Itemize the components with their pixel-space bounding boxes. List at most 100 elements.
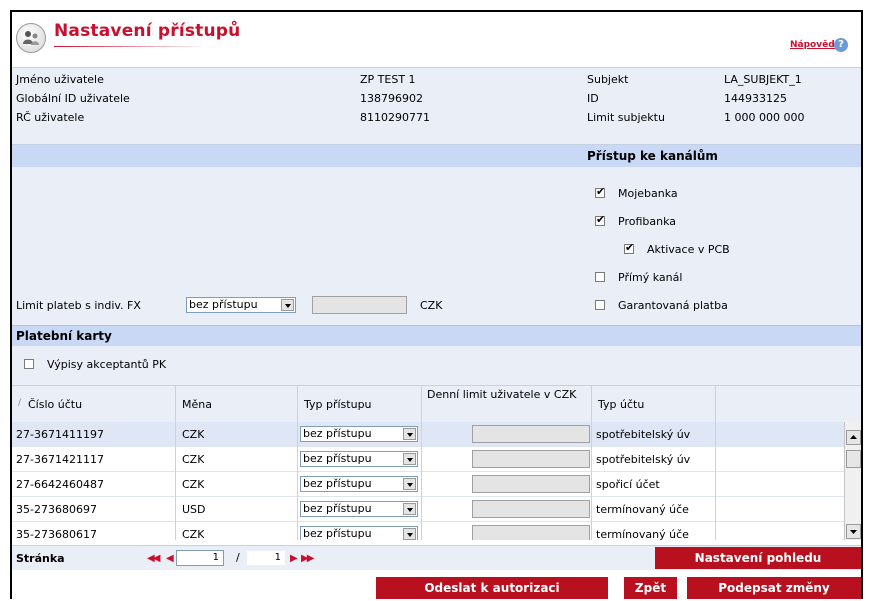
sort-indicator-icon[interactable]: / (18, 398, 21, 408)
channels-title: Přístup ke kanálům (587, 149, 718, 163)
subject-limit-label: Limit subjektu (587, 111, 665, 124)
fx-limit-input[interactable] (312, 296, 407, 314)
table-row[interactable]: 35-273680697 USD bez přístupu termínovan… (12, 497, 844, 522)
access-type-select[interactable]: bez přístupu (300, 501, 418, 517)
col-divider (421, 386, 422, 423)
access-type-select[interactable]: bez přístupu (300, 526, 418, 540)
col-divider (591, 386, 592, 423)
daily-limit-input[interactable] (472, 450, 590, 468)
table-row[interactable]: 27-3671411197 CZK bez přístupu spotřebit… (12, 422, 844, 447)
col-header-account-type[interactable]: Typ účtu (598, 398, 644, 411)
last-page-icon[interactable]: ▶▶ (301, 553, 314, 564)
users-logo-icon (16, 23, 46, 53)
col-header-currency[interactable]: Měna (182, 398, 212, 411)
daily-limit-input[interactable] (472, 425, 590, 443)
daily-limit-input[interactable] (472, 525, 590, 540)
table-scrollbar[interactable] (844, 422, 861, 540)
fx-limit-label: Limit plateb s indiv. FX (16, 299, 141, 312)
rc-value: 8110290771 (360, 111, 430, 124)
pager-bar: Stránka ◀◀ ◀ 1 / 1 ▶ ▶▶ Nastavení pohled… (12, 545, 861, 570)
cards-panel: Výpisy akceptantů PK (12, 346, 861, 385)
user-info-panel: Jméno uživatele ZP TEST 1 Subjekt LA_SUB… (12, 67, 861, 145)
chevron-down-icon (403, 503, 416, 515)
profibanka-checkbox[interactable] (595, 213, 605, 226)
subject-label: Subjekt (587, 73, 629, 86)
direct-channel-label: Přímý kanál (618, 271, 683, 284)
page-title: Nastavení přístupů (54, 21, 241, 41)
col-divider (175, 386, 176, 423)
accounts-table-body: 27-3671411197 CZK bez přístupu spotřebit… (12, 422, 844, 540)
chevron-down-icon (403, 478, 416, 490)
scroll-down-icon[interactable] (846, 524, 861, 539)
cell-account-type: termínovaný úče (596, 503, 689, 516)
pcb-activation-label: Aktivace v PCB (647, 243, 730, 256)
scroll-thumb[interactable] (846, 450, 861, 468)
acceptant-statements-checkbox[interactable] (24, 359, 34, 369)
user-name-label: Jméno uživatele (16, 73, 104, 86)
access-type-select[interactable]: bez přístupu (300, 476, 418, 492)
direct-channel-checkbox[interactable] (595, 272, 605, 282)
page-number-input[interactable]: 1 (176, 550, 224, 566)
page-header: Nastavení přístupů Nápověda ? (12, 12, 861, 67)
access-settings-window: Nastavení přístupů Nápověda ? Jméno uživ… (10, 10, 863, 599)
current-page-value: 1 (212, 552, 219, 563)
cell-account-type: spotřebitelský úv (596, 453, 691, 466)
table-row[interactable]: 27-6642460487 CZK bez přístupu spořicí ú… (12, 472, 844, 497)
pager-separator: / (236, 551, 240, 564)
col-header-access[interactable]: Typ přístupu (304, 398, 372, 411)
guaranteed-payment-label: Garantovaná platba (618, 299, 728, 312)
next-page-icon[interactable]: ▶ (290, 553, 298, 564)
channels-header-bar: Přístup ke kanálům (12, 145, 861, 167)
cards-title: Platební karty (16, 329, 112, 343)
access-type-value: bez přístupu (303, 527, 372, 540)
cell-currency: USD (182, 503, 206, 516)
mojebanka-checkbox[interactable] (595, 185, 605, 198)
id-label: ID (587, 92, 599, 105)
pcb-activation-checkbox[interactable] (624, 241, 634, 254)
chevron-down-icon (281, 299, 294, 311)
cell-account: 35-273680617 (16, 528, 97, 540)
cell-account: 27-3671411197 (16, 428, 104, 441)
global-id-value: 138796902 (360, 92, 423, 105)
cell-account: 35-273680697 (16, 503, 97, 516)
cards-header-bar: Platební karty (12, 325, 861, 346)
table-row[interactable]: 35-273680617 CZK bez přístupu termínovan… (12, 522, 844, 540)
id-value: 144933125 (724, 92, 787, 105)
access-type-value: bez přístupu (303, 477, 372, 490)
cell-account: 27-3671421117 (16, 453, 104, 466)
first-page-icon[interactable]: ◀◀ (147, 553, 160, 564)
col-divider (715, 422, 716, 540)
cell-account-type: spotřebitelský úv (596, 428, 691, 441)
fx-currency-label: CZK (420, 299, 443, 312)
col-divider (591, 422, 592, 540)
scroll-up-icon[interactable] (846, 430, 861, 445)
view-settings-button[interactable]: Nastavení pohledu (655, 547, 861, 569)
title-underline (54, 46, 208, 47)
channels-panel: Mojebanka Profibanka Aktivace v PCB Přím… (12, 167, 861, 325)
prev-page-icon[interactable]: ◀ (166, 553, 174, 564)
col-divider (297, 422, 298, 540)
guaranteed-payment-checkbox[interactable] (595, 300, 605, 310)
subject-limit-value: 1 000 000 000 (724, 111, 805, 124)
fx-limit-select[interactable]: bez přístupu (186, 297, 296, 313)
daily-limit-input[interactable] (472, 475, 590, 493)
table-row[interactable]: 27-3671421117 CZK bez přístupu spotřebit… (12, 447, 844, 472)
cell-currency: CZK (182, 453, 205, 466)
access-type-select[interactable]: bez přístupu (300, 426, 418, 442)
send-for-authorization-button[interactable]: Odeslat k autorizaci (376, 577, 608, 599)
cell-account: 27-6642460487 (16, 478, 104, 491)
col-header-account[interactable]: Číslo účtu (28, 398, 82, 411)
col-header-daily-limit[interactable]: Denní limit uživatele v CZK (427, 389, 597, 400)
chevron-down-icon (403, 428, 416, 440)
cell-currency: CZK (182, 428, 205, 441)
total-pages-value: 1 (274, 552, 281, 563)
back-button[interactable]: Zpět (624, 577, 677, 599)
pager-label: Stránka (16, 552, 65, 565)
sign-changes-button[interactable]: Podepsat změny (687, 577, 861, 599)
col-divider (175, 422, 176, 540)
help-icon[interactable]: ? (834, 38, 848, 52)
profibanka-label: Profibanka (618, 215, 676, 228)
user-name-value: ZP TEST 1 (360, 73, 416, 86)
daily-limit-input[interactable] (472, 500, 590, 518)
access-type-select[interactable]: bez přístupu (300, 451, 418, 467)
